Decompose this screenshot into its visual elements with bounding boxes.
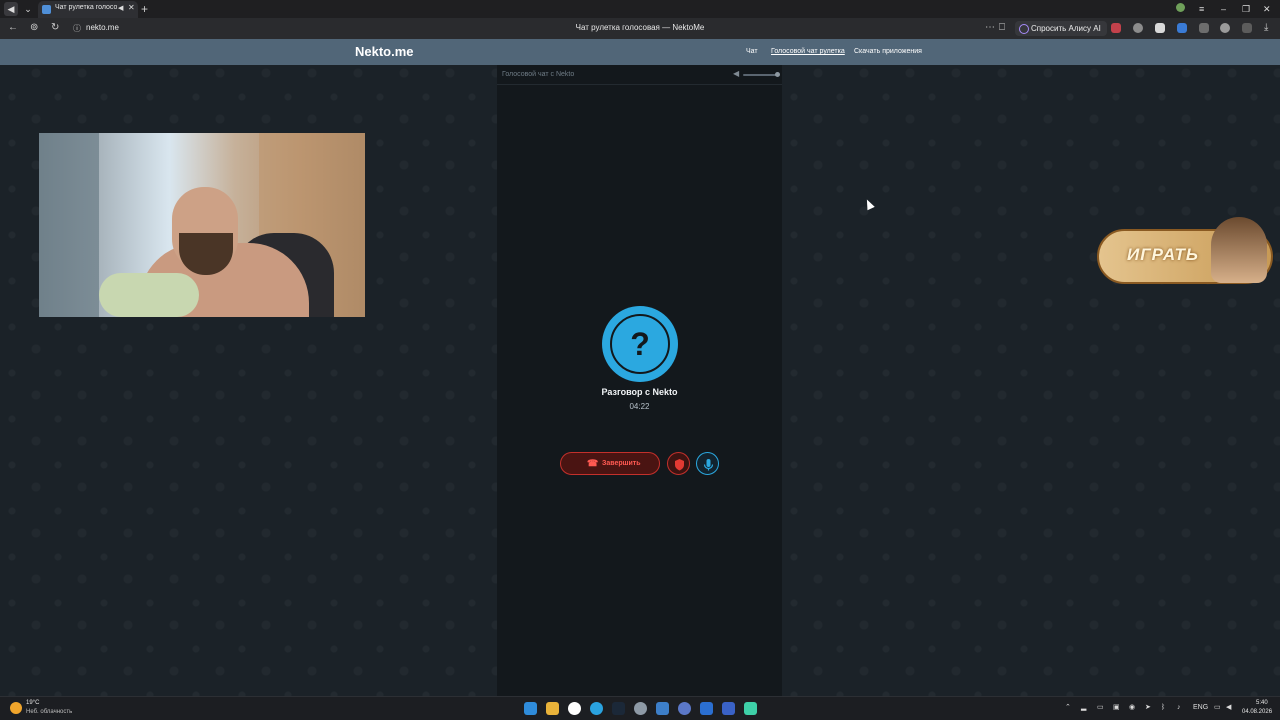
conversation-title: Разговор с Nekto bbox=[601, 387, 678, 397]
tray-app-icon[interactable]: ▭ bbox=[1097, 703, 1104, 713]
telegram-tray-icon[interactable]: ➤ bbox=[1145, 703, 1151, 713]
nav-link-download-apps[interactable]: Скачать приложения bbox=[854, 48, 922, 55]
restore-icon[interactable]: ❐ bbox=[1242, 3, 1250, 15]
close-window-icon[interactable]: ✕ bbox=[1263, 3, 1271, 15]
weather-temperature: 19°C bbox=[26, 700, 40, 706]
bookmark-icon[interactable]: ⎕ bbox=[999, 22, 1005, 34]
start-icon[interactable] bbox=[524, 702, 537, 715]
extension-icon[interactable] bbox=[1155, 23, 1165, 33]
voice-chat-panel: Голосовой чат с Nekto ◀ ? Разговор с Nek… bbox=[497, 65, 782, 696]
extensions-icon[interactable] bbox=[1199, 23, 1209, 33]
collections-icon[interactable] bbox=[1242, 23, 1252, 33]
volume-slider-handle[interactable] bbox=[775, 72, 780, 77]
app-icon[interactable] bbox=[700, 702, 713, 715]
browser-tab[interactable]: Чат рулетка голосов ◀ ✕ bbox=[38, 1, 138, 18]
windows-taskbar: 19°C Неб. облачность ⌃ ▂ ▭ ▣ ◉ ➤ ᛒ ♪ ENG… bbox=[0, 696, 1280, 720]
anonymous-avatar: ? bbox=[602, 306, 678, 382]
menu-icon[interactable]: ≡ bbox=[1199, 3, 1204, 15]
extension-icon[interactable] bbox=[1177, 23, 1187, 33]
nav-link-voice-chat[interactable]: Голосовой чат рулетка bbox=[771, 48, 845, 55]
volume-tray-icon[interactable]: ◀ bbox=[1226, 703, 1231, 713]
downloads-icon[interactable]: ⊚ bbox=[30, 22, 38, 34]
panel-header: Голосовой чат с Nekto ◀ bbox=[497, 65, 782, 85]
photos-icon[interactable] bbox=[656, 702, 669, 715]
character-art bbox=[1211, 217, 1267, 283]
tab-audio-icon[interactable]: ◀ bbox=[118, 4, 123, 12]
panel-title: Голосовой чат с Nekto bbox=[502, 71, 575, 78]
weather-description: Неб. облачность bbox=[26, 709, 73, 715]
sound-icon[interactable]: ◀ bbox=[4, 2, 18, 16]
microphone-icon bbox=[703, 459, 714, 471]
steam-icon[interactable] bbox=[612, 702, 625, 715]
site-info-icon[interactable]: ⓘ bbox=[73, 23, 81, 35]
volume-icon[interactable]: ◀ bbox=[733, 69, 739, 78]
clock-time[interactable]: 5:40 bbox=[1256, 700, 1268, 706]
profile-icon[interactable] bbox=[1176, 3, 1185, 12]
report-button[interactable] bbox=[667, 452, 690, 475]
microphone-button[interactable] bbox=[696, 452, 719, 475]
favicon-icon bbox=[42, 5, 51, 14]
webcam-overlay bbox=[39, 133, 365, 317]
extension-icon[interactable] bbox=[1220, 23, 1230, 33]
minimize-icon[interactable]: – bbox=[1221, 3, 1226, 15]
tray-chevron-icon[interactable]: ⌃ bbox=[1065, 703, 1071, 713]
tab-close-icon[interactable]: ✕ bbox=[128, 3, 135, 12]
language-indicator[interactable]: ENG bbox=[1193, 703, 1208, 713]
monitor-icon[interactable]: ▭ bbox=[1214, 703, 1221, 713]
back-icon[interactable]: ← bbox=[8, 22, 18, 34]
call-timer: 04:22 bbox=[629, 402, 650, 411]
clock-date[interactable]: 04.08.2026 bbox=[1242, 709, 1272, 715]
ask-alice-button[interactable]: Спросить Алису AI bbox=[1015, 21, 1107, 36]
steam-tray-icon[interactable]: ◉ bbox=[1129, 703, 1135, 713]
hang-up-icon: ☎ bbox=[587, 458, 599, 468]
microphone-tray-icon[interactable]: ♪ bbox=[1177, 703, 1181, 713]
question-mark-icon: ? bbox=[630, 326, 650, 362]
nav-link-chat[interactable]: Чат bbox=[746, 48, 758, 55]
volume-slider[interactable] bbox=[743, 74, 778, 76]
site-logo[interactable]: Nekto.me bbox=[355, 44, 414, 59]
end-call-label: Завершить bbox=[602, 460, 641, 467]
telegram-icon[interactable] bbox=[590, 702, 603, 715]
website: Nekto.me Чат Голосовой чат рулетка Скача… bbox=[0, 39, 1280, 696]
more-icon[interactable]: ⋯ bbox=[985, 22, 995, 34]
globe-icon[interactable] bbox=[1133, 23, 1143, 33]
url-field[interactable]: nekto.me bbox=[86, 23, 119, 32]
end-call-button[interactable]: ☎ Завершить bbox=[560, 452, 660, 475]
file-explorer-icon[interactable] bbox=[546, 702, 559, 715]
play-label: ИГРАТЬ bbox=[1127, 245, 1199, 264]
download-icon[interactable]: ⤓ bbox=[1264, 22, 1268, 34]
new-tab-icon[interactable]: + bbox=[141, 2, 148, 16]
app-icon[interactable] bbox=[744, 702, 757, 715]
app-icon[interactable] bbox=[678, 702, 691, 715]
address-bar: ← ⊚ ↻ ⓘ nekto.me Чат рулетка голосовая —… bbox=[0, 18, 1280, 39]
chevron-down-icon[interactable]: ⌄ bbox=[21, 2, 35, 16]
mouse-cursor bbox=[863, 197, 875, 211]
tab-title: Чат рулетка голосов bbox=[55, 4, 117, 11]
stats-icon[interactable] bbox=[722, 702, 735, 715]
settings-icon[interactable] bbox=[634, 702, 647, 715]
site-header: Nekto.me Чат Голосовой чат рулетка Скача… bbox=[0, 39, 1280, 65]
yandex-browser-icon[interactable] bbox=[568, 702, 581, 715]
game-ad-banner[interactable]: ИГРАТЬ bbox=[1097, 217, 1273, 284]
browser-tab-bar: ◀ ⌄ Чат рулетка голосов ◀ ✕ + ≡ – ❐ ✕ bbox=[0, 0, 1280, 18]
network-icon[interactable]: ▂ bbox=[1081, 703, 1086, 713]
tray-app-icon[interactable]: ▣ bbox=[1113, 703, 1120, 713]
weather-icon[interactable] bbox=[10, 702, 22, 714]
reload-icon[interactable]: ↻ bbox=[51, 22, 59, 34]
extension-icon[interactable] bbox=[1111, 23, 1121, 33]
shield-icon bbox=[675, 459, 684, 471]
bluetooth-icon[interactable]: ᛒ bbox=[1161, 703, 1165, 713]
